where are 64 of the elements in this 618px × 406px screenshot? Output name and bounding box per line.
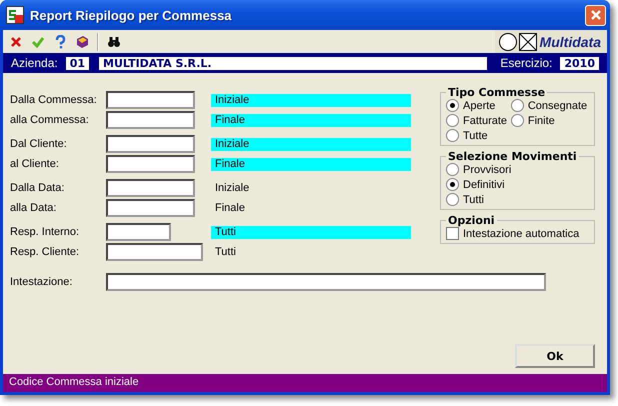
year-value: 2010 xyxy=(560,56,599,70)
checkbox[interactable] xyxy=(446,227,459,240)
highlighted-hint: Tutti xyxy=(211,226,411,238)
input-field[interactable] xyxy=(106,243,203,261)
option-label: Aperte xyxy=(463,100,496,112)
input-field[interactable] xyxy=(106,135,195,153)
status-bar: Codice Commessa iniziale xyxy=(3,374,607,392)
close-button[interactable] xyxy=(585,4,606,26)
hint-text: Finale xyxy=(214,202,246,214)
highlighted-hint: Iniziale xyxy=(211,94,411,106)
field-label: Intestazione: xyxy=(10,276,74,288)
azienda-label: Azienda: xyxy=(11,56,58,70)
highlighted-hint: Finale xyxy=(211,158,411,170)
hint-text: Iniziale xyxy=(214,182,250,194)
checkmark-icon[interactable] xyxy=(31,34,45,48)
field-label: Dalla Data: xyxy=(10,182,66,194)
group-title: Opzioni xyxy=(447,214,496,227)
radio-button[interactable] xyxy=(446,99,459,112)
radio-button[interactable] xyxy=(446,178,459,191)
group-title: Tipo Commesse xyxy=(447,86,546,99)
company-name: MULTIDATA S.R.L. xyxy=(99,56,488,70)
radio-button[interactable] xyxy=(510,99,524,112)
close-icon[interactable] xyxy=(9,34,23,48)
field-label: alla Data: xyxy=(10,202,58,214)
window-title: Report Riepilogo per Commessa xyxy=(30,8,233,22)
brand-name: Multidata xyxy=(540,34,601,50)
option-label: Provvisori xyxy=(463,164,512,176)
binoculars-icon[interactable] xyxy=(107,34,121,48)
radio-button[interactable] xyxy=(446,114,459,127)
option-label: Fatturate xyxy=(463,114,508,126)
input-field[interactable] xyxy=(106,111,195,129)
option-label: Intestazione automatica xyxy=(463,228,580,240)
azienda-code: 01 xyxy=(66,56,90,70)
input-field[interactable] xyxy=(106,223,171,241)
input-field[interactable] xyxy=(106,273,546,291)
group-title: Selezione Movimenti xyxy=(447,150,578,163)
option-label: Tutti xyxy=(463,194,484,206)
field-label: alla Commessa: xyxy=(10,114,90,126)
option-label: Tutte xyxy=(463,130,488,142)
app-icon xyxy=(6,6,24,24)
highlighted-hint: Finale xyxy=(211,114,411,126)
option-label: Definitivi xyxy=(463,178,505,190)
esercizio-label: Esercizio: xyxy=(500,56,552,70)
highlighted-hint: Iniziale xyxy=(211,138,411,150)
radio-button[interactable] xyxy=(446,129,459,142)
radio-button[interactable] xyxy=(446,163,459,176)
radio-button[interactable] xyxy=(446,193,459,206)
input-field[interactable] xyxy=(106,91,195,109)
close-icon xyxy=(590,9,602,21)
field-label: Dalla Commessa: xyxy=(10,94,98,106)
option-label: Consegnate xyxy=(528,100,588,112)
field-label: Resp. Cliente: xyxy=(10,246,80,258)
ok-button[interactable]: Ok xyxy=(515,344,595,368)
field-label: Dal Cliente: xyxy=(10,138,68,150)
input-field[interactable] xyxy=(106,155,195,173)
radio-button[interactable] xyxy=(510,114,524,127)
input-field[interactable] xyxy=(106,199,195,217)
input-field[interactable] xyxy=(106,179,195,197)
help-icon[interactable] xyxy=(53,34,67,48)
option-label: Finite xyxy=(528,114,555,126)
field-label: Resp. Interno: xyxy=(10,226,80,238)
field-label: al Cliente: xyxy=(10,158,60,170)
hint-text: Tutti xyxy=(214,246,237,258)
logo-icon xyxy=(498,32,539,52)
